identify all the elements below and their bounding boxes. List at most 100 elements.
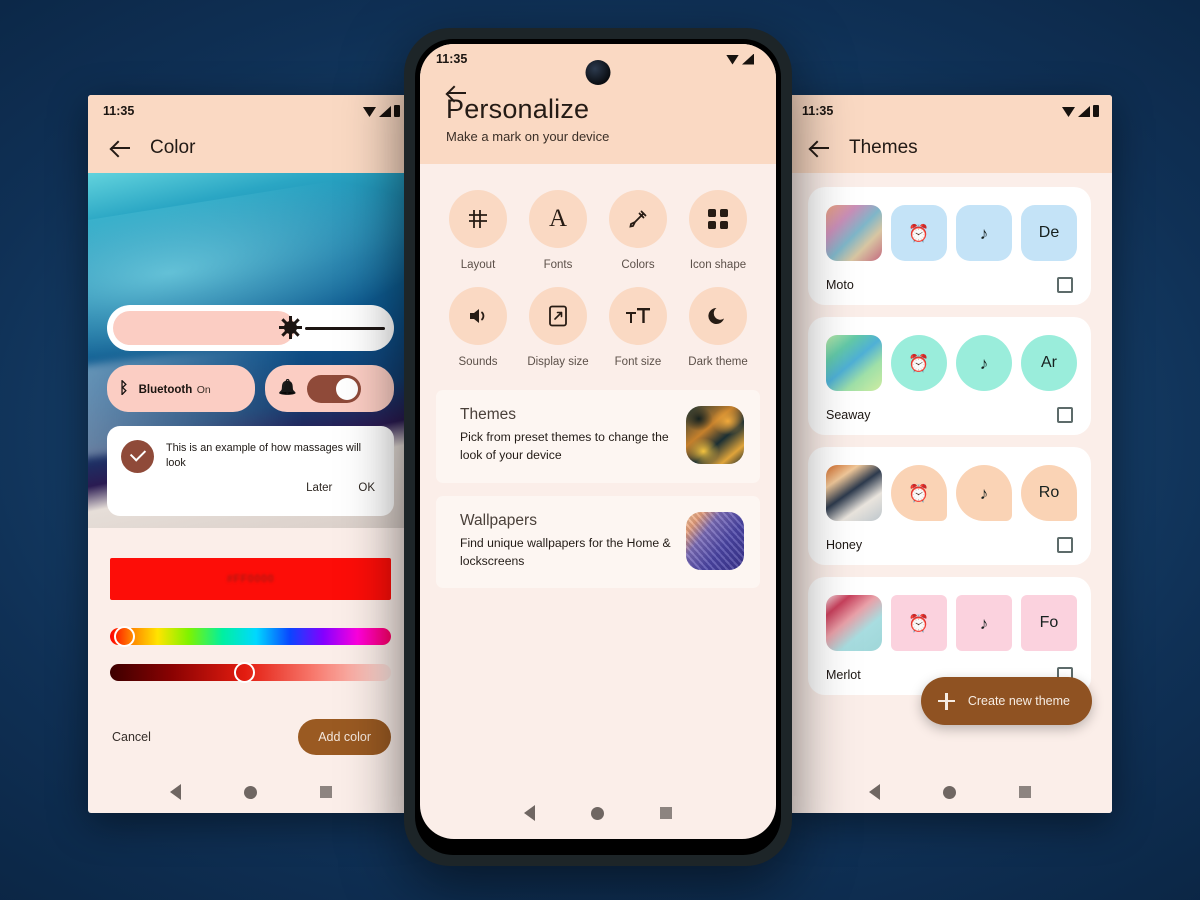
personalize-grid: Layout A Fonts Colors Icon shape Sounds … — [438, 190, 758, 368]
alarm-clock-icon: ⏰ — [891, 205, 947, 261]
status-icons — [1062, 105, 1099, 117]
page-title: Personalize — [446, 94, 590, 124]
check-icon — [121, 440, 154, 473]
theme-icon-row: ⏰ ♪ Fo — [826, 595, 1077, 651]
card-description: Find unique wallpapers for the Home & lo… — [460, 535, 671, 568]
bluetooth-tile[interactable]: ᛒ Bluetooth On — [107, 365, 255, 412]
font-size-icon — [609, 287, 667, 345]
lightness-knob[interactable] — [234, 662, 255, 683]
add-color-button[interactable]: Add color — [298, 719, 391, 755]
grid-item-layout[interactable]: Layout — [438, 190, 518, 271]
theme-checkbox[interactable] — [1057, 537, 1073, 553]
theme-card-honey[interactable]: ⏰ ♪ Ro Honey — [808, 447, 1091, 565]
music-note-icon: ♪ — [956, 335, 1012, 391]
left-status-bar: 11:35 — [88, 95, 413, 127]
theme-name: Honey — [826, 538, 863, 552]
right-status-bar: 11:35 — [787, 95, 1112, 127]
music-note-icon: ♪ — [956, 465, 1012, 521]
status-time: 11:35 — [436, 52, 468, 66]
nav-back-icon[interactable] — [169, 784, 181, 800]
status-icons — [726, 53, 754, 65]
font-sample-label: Ro — [1021, 465, 1077, 521]
plus-icon — [937, 692, 955, 710]
right-phone-themes-screen: 11:35 Themes ⏰ ♪ De Moto ⏰ ♪ Ar Seaway ⏰… — [787, 95, 1112, 813]
notification-toggle[interactable] — [307, 374, 361, 403]
grid-item-label: Dark theme — [688, 356, 748, 368]
back-arrow-icon[interactable] — [110, 137, 132, 159]
alarm-clock-icon: ⏰ — [891, 595, 947, 651]
themes-card[interactable]: Themes Pick from preset themes to change… — [436, 390, 760, 483]
grid-item-font-size[interactable]: Font size — [598, 287, 678, 368]
nav-home-icon[interactable] — [942, 785, 956, 799]
left-navigation-bar — [88, 771, 413, 813]
nav-back-icon[interactable] — [868, 784, 880, 800]
hue-knob[interactable] — [114, 626, 135, 647]
left-phone-color-screen: 11:35 Color ᛒ Bluetooth On 🔔 This is an … — [88, 95, 413, 813]
wifi-icon — [726, 54, 739, 65]
grid-item-label: Icon shape — [689, 259, 747, 271]
theme-preview-area: ᛒ Bluetooth On This is an example of how… — [88, 173, 413, 528]
nav-recents-icon[interactable] — [319, 786, 332, 798]
right-app-bar: Themes — [787, 127, 1112, 173]
signal-icon — [742, 53, 754, 65]
brightness-fill — [113, 311, 295, 345]
theme-name: Seaway — [826, 408, 871, 422]
theme-name: Moto — [826, 278, 854, 292]
status-time: 11:35 — [103, 104, 135, 118]
grid-item-icon-shape[interactable]: Icon shape — [678, 190, 758, 271]
phone-bezel: 11:35 Personalize Make a mark on your de… — [415, 39, 781, 855]
grid-item-colors[interactable]: Colors — [598, 190, 678, 271]
color-swatch[interactable]: #FF0000 — [110, 558, 391, 600]
nav-recents-icon[interactable] — [660, 807, 672, 819]
notification-tile[interactable] — [265, 365, 394, 412]
theme-checkbox[interactable] — [1057, 407, 1073, 423]
quick-settings-tiles: ᛒ Bluetooth On — [107, 365, 394, 412]
ok-button[interactable]: OK — [358, 482, 375, 494]
lightness-slider[interactable] — [110, 662, 391, 683]
wallpapers-thumbnail — [686, 511, 744, 570]
back-arrow-icon[interactable] — [809, 137, 831, 159]
personalize-cards-section: Themes Pick from preset themes to change… — [420, 372, 776, 589]
cancel-button[interactable]: Cancel — [110, 730, 151, 744]
eyedropper-icon — [609, 190, 667, 248]
themes-thumbnail — [686, 406, 744, 464]
grid-icon — [449, 190, 507, 248]
grid-item-display-size[interactable]: Display size — [518, 287, 598, 368]
sun-rays — [279, 316, 302, 339]
wifi-icon — [363, 107, 376, 117]
status-time: 11:35 — [802, 104, 834, 118]
grid-item-fonts[interactable]: A Fonts — [518, 190, 598, 271]
brightness-track — [305, 327, 385, 330]
create-new-theme-button[interactable]: Create new theme — [920, 677, 1092, 725]
grid-item-label: Layout — [460, 259, 496, 271]
bell-icon — [279, 381, 295, 397]
theme-card-moto[interactable]: ⏰ ♪ De Moto — [808, 187, 1091, 305]
grid-item-label: Colors — [621, 259, 655, 271]
card-title: Themes — [460, 406, 516, 423]
grid-item-dark-theme[interactable]: Dark theme — [678, 287, 758, 368]
signal-icon — [1078, 106, 1090, 117]
brightness-slider[interactable] — [107, 305, 394, 351]
later-button[interactable]: Later — [306, 482, 332, 494]
fab-label: Create new theme — [967, 694, 1070, 708]
theme-wallpaper-thumbnail — [826, 465, 882, 521]
nav-back-icon[interactable] — [524, 805, 535, 821]
font-sample-label: Fo — [1021, 595, 1077, 651]
grid-item-label: Sounds — [458, 356, 498, 368]
nav-home-icon[interactable] — [243, 785, 257, 799]
page-title: Themes — [849, 137, 918, 158]
hue-slider[interactable] — [110, 626, 391, 647]
hue-track — [110, 628, 391, 645]
bluetooth-icon: ᛒ — [119, 379, 129, 397]
four-squares-icon — [689, 190, 747, 248]
status-icons — [363, 105, 400, 117]
nav-recents-icon[interactable] — [1018, 786, 1031, 798]
grid-item-sounds[interactable]: Sounds — [438, 287, 518, 368]
nav-home-icon[interactable] — [591, 806, 604, 820]
theme-checkbox[interactable] — [1057, 277, 1073, 293]
wallpapers-card[interactable]: Wallpapers Find unique wallpapers for th… — [436, 495, 760, 589]
center-phone-personalize-screen: 11:35 Personalize Make a mark on your de… — [404, 28, 792, 866]
alarm-clock-icon: ⏰ — [891, 335, 947, 391]
theme-card-seaway[interactable]: ⏰ ♪ Ar Seaway — [808, 317, 1091, 435]
personalize-grid-section: Layout A Fonts Colors Icon shape Sounds … — [420, 164, 776, 372]
